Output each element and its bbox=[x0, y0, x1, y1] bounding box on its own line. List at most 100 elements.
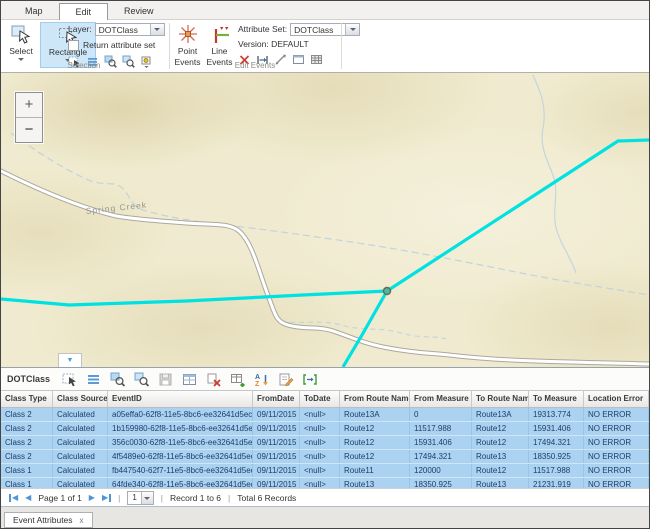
route-line-northeast[interactable] bbox=[387, 140, 649, 291]
group-separator bbox=[169, 23, 170, 69]
table-cell: 4f5489e0-62f8-11e5-8bc6-ee32641d5ec9 bbox=[108, 450, 253, 463]
return-attribute-set-checkbox[interactable] bbox=[68, 40, 79, 51]
table-cell: Calculated bbox=[53, 436, 108, 449]
page-number-dropdown-button[interactable] bbox=[141, 492, 153, 504]
zoom-in-button[interactable]: + bbox=[16, 93, 42, 117]
table-cell: <null> bbox=[300, 422, 340, 435]
select-tool-icon bbox=[10, 23, 32, 45]
edit-events-options-column: Attribute Set: DOTClass Version: DEFAULT bbox=[238, 22, 348, 66]
save-edits-icon[interactable] bbox=[158, 372, 174, 387]
table-cell: 09/11/2015 bbox=[253, 422, 300, 435]
map-canvas[interactable]: Spring Creek bbox=[1, 73, 649, 367]
column-header[interactable]: Class Type bbox=[1, 391, 53, 407]
table-cell: 09/11/2015 bbox=[253, 464, 300, 477]
table-row[interactable]: Class 2Calculated356c0030-62f8-11e5-8bc6… bbox=[1, 436, 649, 450]
page-number-combo[interactable]: 1 bbox=[127, 491, 153, 505]
attribute-set-combo[interactable]: DOTClass bbox=[290, 23, 360, 36]
table-cell: 17494.321 bbox=[529, 436, 584, 449]
road-casing bbox=[1, 171, 649, 364]
attribute-set-combo-dropdown-button[interactable] bbox=[345, 24, 359, 35]
first-page-button[interactable]: ◀ bbox=[9, 494, 18, 502]
show-table-icon[interactable] bbox=[182, 372, 198, 387]
table-cell: Route12 bbox=[472, 422, 529, 435]
point-events-label: Point bbox=[178, 46, 197, 56]
table-cell: Route12 bbox=[340, 450, 410, 463]
separator: | bbox=[118, 493, 120, 503]
table-cell: 1b159980-62f8-11e5-8bc6-ee32641d5ec9 bbox=[108, 422, 253, 435]
return-attribute-set-label: Return attribute set bbox=[83, 40, 155, 50]
column-header[interactable]: To Route Name bbox=[472, 391, 529, 407]
close-icon[interactable]: x bbox=[80, 516, 84, 525]
table-cell: Route12 bbox=[472, 464, 529, 477]
collapse-table-panel-button[interactable]: ▼ bbox=[58, 353, 82, 367]
table-row[interactable]: Class 2Calculateda05effa0-62f8-11e5-8bc6… bbox=[1, 408, 649, 422]
select-tool-label: Select bbox=[9, 46, 33, 56]
table-cell: Class 2 bbox=[1, 450, 53, 463]
set-range-icon[interactable] bbox=[302, 372, 318, 387]
attribute-set-label: Attribute Set: bbox=[238, 24, 287, 34]
table-cell: Calculated bbox=[53, 464, 108, 477]
table-cell: <null> bbox=[300, 408, 340, 421]
table-row[interactable]: Class 2Calculated4f5489e0-62f8-11e5-8bc6… bbox=[1, 450, 649, 464]
previous-page-button[interactable]: ◀ bbox=[25, 494, 31, 502]
ribbon: Select Rectangle Layer: DOTClass Return … bbox=[1, 20, 649, 73]
tab-map[interactable]: Map bbox=[9, 3, 59, 19]
zoom-out-button[interactable]: − bbox=[16, 117, 42, 142]
tab-edit[interactable]: Edit bbox=[59, 3, 109, 20]
table-layer-name: DOTClass bbox=[7, 374, 50, 384]
route-line-west[interactable] bbox=[1, 291, 387, 305]
group-separator bbox=[341, 23, 342, 69]
last-page-button[interactable]: ▶ bbox=[102, 494, 111, 502]
separator: | bbox=[161, 493, 163, 503]
table-cell: <null> bbox=[300, 464, 340, 477]
line-events-label: Line bbox=[211, 46, 227, 56]
table-cell: NO ERROR bbox=[584, 408, 649, 421]
column-header[interactable]: ToDate bbox=[300, 391, 340, 407]
tab-event-attributes[interactable]: Event Attributes x bbox=[4, 512, 93, 528]
svg-text:A: A bbox=[255, 374, 260, 381]
select-records-icon[interactable] bbox=[62, 372, 78, 387]
table-cell: 19313.774 bbox=[529, 408, 584, 421]
column-header[interactable]: Class Source bbox=[53, 391, 108, 407]
ribbon-tabbar: Map Edit Review bbox=[1, 1, 649, 20]
table-cell: <null> bbox=[300, 450, 340, 463]
table-cell: 15931.406 bbox=[529, 422, 584, 435]
table-cell: 120000 bbox=[410, 464, 472, 477]
layer-combo-dropdown-button[interactable] bbox=[150, 24, 164, 35]
point-events-icon bbox=[177, 23, 199, 45]
zoom-to-selection-icon[interactable] bbox=[110, 372, 126, 387]
edit-record-icon[interactable] bbox=[278, 372, 294, 387]
table-cell: 11517.988 bbox=[410, 422, 472, 435]
table-cell: Route13 bbox=[472, 450, 529, 463]
sort-records-icon[interactable]: A Z bbox=[254, 372, 270, 387]
column-header[interactable]: FromDate bbox=[253, 391, 300, 407]
svg-text:Z: Z bbox=[255, 381, 260, 387]
column-header[interactable]: From Route Name bbox=[340, 391, 410, 407]
selection-list-icon[interactable] bbox=[86, 372, 102, 387]
tab-review[interactable]: Review bbox=[108, 3, 170, 19]
table-row[interactable]: Class 2Calculated1b159980-62f8-11e5-8bc6… bbox=[1, 422, 649, 436]
table-cell: 11517.988 bbox=[529, 464, 584, 477]
layer-combo-value: DOTClass bbox=[96, 24, 150, 35]
table-cell: NO ERROR bbox=[584, 436, 649, 449]
table-cell: a05effa0-62f8-11e5-8bc6-ee32641d5ec9 bbox=[108, 408, 253, 421]
column-header[interactable]: To Measure bbox=[529, 391, 584, 407]
column-header[interactable]: EventID bbox=[108, 391, 253, 407]
column-header[interactable]: From Measure bbox=[410, 391, 472, 407]
table-pagination-bar: ◀ ◀ Page 1 of 1 ▶ ▶ | 1 | Record 1 to 6 … bbox=[1, 488, 649, 506]
table-cell: <null> bbox=[300, 436, 340, 449]
panel-tabstrip: Event Attributes x bbox=[1, 506, 649, 528]
map-view[interactable]: Spring Creek + − ▼ bbox=[1, 73, 649, 367]
delete-records-icon[interactable] bbox=[206, 372, 222, 387]
table-row[interactable]: Class 1Calculatedfb447540-62f7-11e5-8bc6… bbox=[1, 464, 649, 478]
table-cell: Class 1 bbox=[1, 464, 53, 477]
chevron-down-icon bbox=[154, 28, 160, 31]
event-editor-window: Map Edit Review Select Rectangle Layer: bbox=[0, 0, 650, 529]
next-page-button[interactable]: ▶ bbox=[89, 494, 95, 502]
pan-to-selection-icon[interactable] bbox=[134, 372, 150, 387]
add-records-icon[interactable] bbox=[230, 372, 246, 387]
route-junction-marker[interactable] bbox=[384, 288, 391, 295]
tab-event-attributes-label: Event Attributes bbox=[13, 515, 73, 525]
layer-combo[interactable]: DOTClass bbox=[95, 23, 165, 36]
column-header[interactable]: Location Error bbox=[584, 391, 649, 407]
